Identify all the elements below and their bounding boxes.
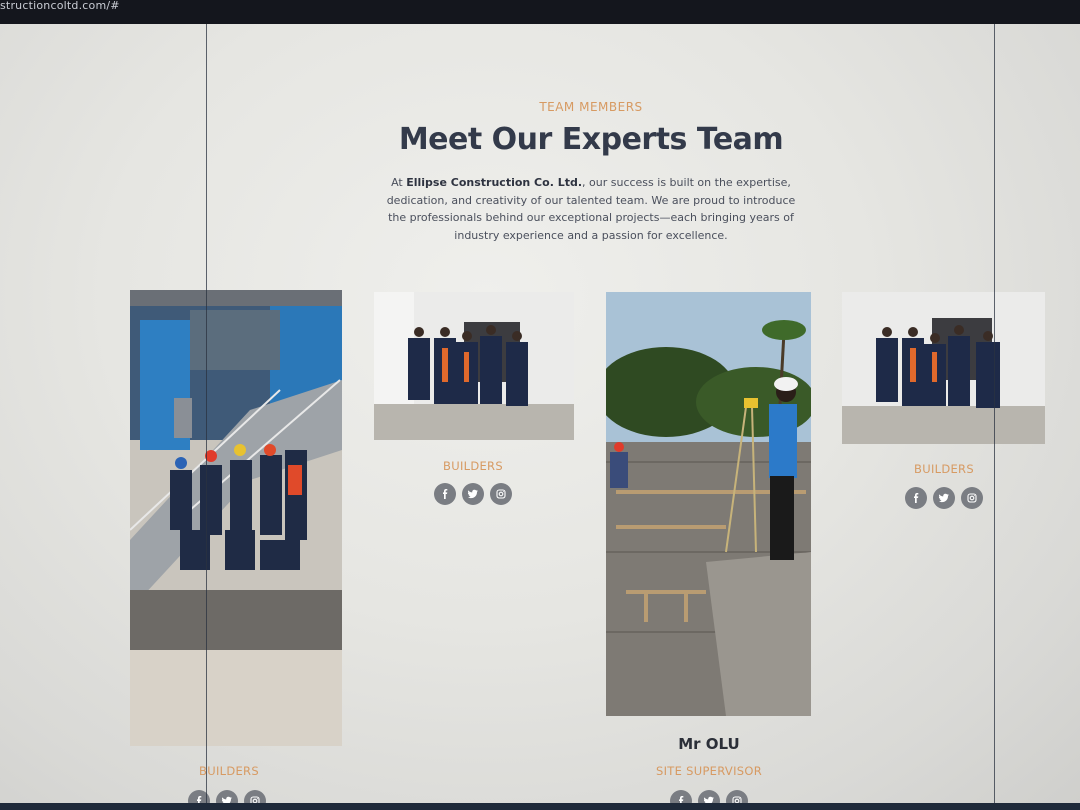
screen-glare-line-left: [206, 24, 207, 810]
team-photo-4: [842, 292, 1045, 444]
screen-glare-line-right: [994, 24, 995, 810]
company-name: Ellipse Construction Co. Ltd.: [406, 176, 583, 189]
social-links-1: [188, 790, 266, 804]
section-description: At Ellipse Construction Co. Ltd., our su…: [378, 174, 804, 244]
twitter-icon[interactable]: [216, 790, 238, 804]
facebook-icon[interactable]: [670, 790, 692, 804]
member-role-3: SITE SUPERVISOR: [655, 764, 763, 778]
instagram-icon[interactable]: [244, 790, 266, 804]
screen-bezel: [0, 803, 1080, 810]
team-section: TEAM MEMBERS Meet Our Experts Team At El…: [0, 24, 1080, 804]
facebook-icon[interactable]: [434, 483, 456, 505]
social-links-3: [670, 790, 748, 804]
desc-prefix: At: [391, 176, 407, 189]
instagram-icon[interactable]: [961, 487, 983, 509]
team-photo-2: [374, 292, 574, 440]
instagram-icon[interactable]: [726, 790, 748, 804]
team-photo-3: [606, 292, 811, 716]
twitter-icon[interactable]: [698, 790, 720, 804]
facebook-icon[interactable]: [905, 487, 927, 509]
instagram-icon[interactable]: [490, 483, 512, 505]
section-title: Meet Our Experts Team: [398, 122, 784, 157]
member-role-4: BUILDERS: [914, 462, 974, 476]
browser-bar: structioncoltd.com/#: [0, 0, 1080, 24]
social-links-2: [434, 483, 512, 505]
section-kicker: TEAM MEMBERS: [539, 100, 643, 114]
member-role-1: BUILDERS: [199, 764, 259, 778]
member-role-2: BUILDERS: [443, 459, 503, 473]
twitter-icon[interactable]: [933, 487, 955, 509]
social-links-4: [905, 487, 983, 509]
url-text[interactable]: structioncoltd.com/#: [0, 0, 120, 12]
twitter-icon[interactable]: [462, 483, 484, 505]
member-name-3: Mr OLU: [678, 735, 740, 753]
team-photo-1: [130, 290, 342, 746]
